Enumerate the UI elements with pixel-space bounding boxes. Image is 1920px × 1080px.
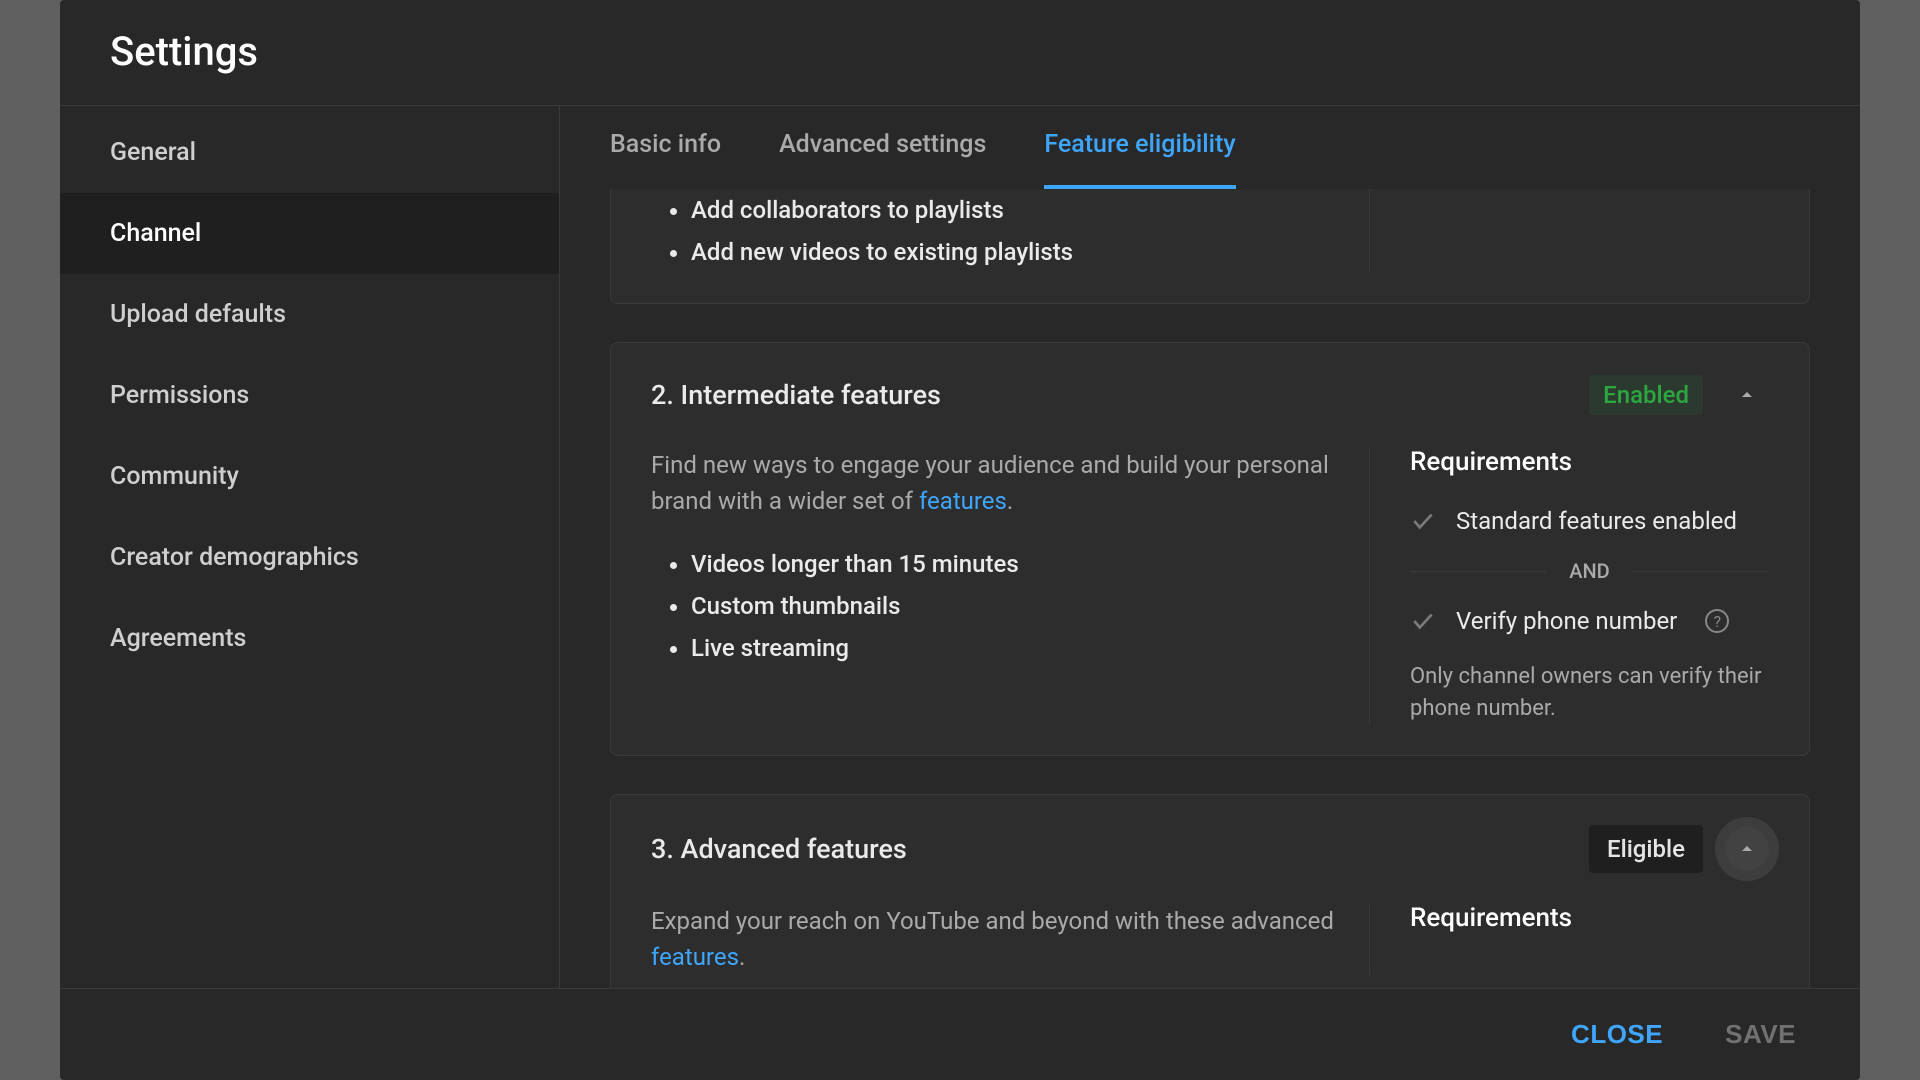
- requirement-verify-phone: Verify phone number ?: [1410, 597, 1769, 645]
- sidebar-item-upload-defaults[interactable]: Upload defaults: [60, 274, 559, 355]
- sidebar-item-general[interactable]: General: [60, 112, 559, 193]
- tab-bar: Basic info Advanced settings Feature eli…: [560, 106, 1860, 189]
- advanced-right: Requirements: [1369, 903, 1769, 975]
- dialog-title: Settings: [110, 28, 1810, 75]
- status-badge-eligible: Eligible: [1589, 825, 1703, 873]
- advanced-title: 3. Advanced features: [651, 833, 907, 865]
- requirements-title: Requirements: [1410, 447, 1769, 477]
- settings-dialog: Settings General Channel Upload defaults…: [60, 0, 1860, 1080]
- intermediate-status-row: Enabled: [1589, 373, 1769, 417]
- dialog-header: Settings: [60, 0, 1860, 106]
- requirements-title: Requirements: [1410, 903, 1769, 933]
- requirement-standard-enabled: Standard features enabled: [1410, 497, 1769, 545]
- feature-item: Custom thumbnails: [691, 585, 1339, 627]
- sidebar-item-creator-demographics[interactable]: Creator demographics: [60, 517, 559, 598]
- feature-item: Videos longer than 15 minutes: [691, 543, 1339, 585]
- intermediate-bullets: Videos longer than 15 minutes Custom thu…: [651, 543, 1339, 669]
- tab-advanced-settings[interactable]: Advanced settings: [779, 130, 986, 189]
- feature-item: Add collaborators to playlists: [691, 189, 1339, 231]
- features-link[interactable]: features: [651, 943, 739, 971]
- main-panel: Basic info Advanced settings Feature eli…: [560, 106, 1860, 988]
- intermediate-desc: Find new ways to engage your audience an…: [651, 447, 1339, 519]
- intermediate-body: Find new ways to engage your audience an…: [651, 447, 1769, 725]
- standard-right: [1369, 189, 1769, 273]
- desc-text: .: [1007, 487, 1013, 515]
- save-button[interactable]: SAVE: [1711, 1009, 1810, 1060]
- dialog-footer: CLOSE SAVE: [60, 988, 1860, 1080]
- chevron-up-icon: [1735, 837, 1759, 861]
- content-scroll[interactable]: Add collaborators to playlists Add new v…: [560, 189, 1860, 988]
- dialog-body: General Channel Upload defaults Permissi…: [60, 106, 1860, 988]
- section-intermediate-features: 2. Intermediate features Enabled Find ne…: [610, 342, 1810, 756]
- standard-left: Add collaborators to playlists Add new v…: [651, 189, 1369, 273]
- sidebar-item-community[interactable]: Community: [60, 436, 559, 517]
- tab-basic-info[interactable]: Basic info: [610, 130, 721, 189]
- intermediate-right: Requirements Standard features enabled A…: [1369, 447, 1769, 725]
- feature-item: Add new videos to existing playlists: [691, 231, 1339, 273]
- tab-feature-eligibility[interactable]: Feature eligibility: [1044, 130, 1235, 189]
- advanced-left: Expand your reach on YouTube and beyond …: [651, 903, 1369, 975]
- collapse-toggle[interactable]: [1725, 827, 1769, 871]
- desc-text: Expand your reach on YouTube and beyond …: [651, 907, 1334, 935]
- settings-sidebar: General Channel Upload defaults Permissi…: [60, 106, 560, 988]
- intermediate-title: 2. Intermediate features: [651, 379, 941, 411]
- intermediate-head: 2. Intermediate features Enabled: [651, 373, 1769, 417]
- advanced-status-row: Eligible: [1589, 825, 1769, 873]
- section-standard-features-partial: Add collaborators to playlists Add new v…: [610, 189, 1810, 304]
- sidebar-item-permissions[interactable]: Permissions: [60, 355, 559, 436]
- desc-text: .: [739, 943, 745, 971]
- requirement-note: Only channel owners can verify their pho…: [1410, 661, 1769, 725]
- status-badge-enabled: Enabled: [1589, 375, 1703, 415]
- advanced-body: Expand your reach on YouTube and beyond …: [651, 903, 1769, 975]
- requirement-label: Verify phone number: [1456, 607, 1677, 635]
- and-separator: AND: [1410, 559, 1769, 583]
- requirement-label: Standard features enabled: [1456, 507, 1737, 535]
- advanced-desc: Expand your reach on YouTube and beyond …: [651, 903, 1339, 975]
- chevron-up-icon: [1735, 383, 1759, 407]
- intermediate-left: Find new ways to engage your audience an…: [651, 447, 1369, 725]
- advanced-head: 3. Advanced features Eligible: [651, 825, 1769, 873]
- standard-bullets: Add collaborators to playlists Add new v…: [651, 189, 1339, 273]
- check-icon: [1410, 508, 1436, 534]
- sidebar-item-channel[interactable]: Channel: [60, 193, 559, 274]
- sidebar-item-agreements[interactable]: Agreements: [60, 598, 559, 679]
- features-link[interactable]: features: [919, 487, 1007, 515]
- check-icon: [1410, 608, 1436, 634]
- collapse-toggle[interactable]: [1725, 373, 1769, 417]
- close-button[interactable]: CLOSE: [1557, 1009, 1677, 1060]
- section-advanced-features: 3. Advanced features Eligible Expand you…: [610, 794, 1810, 988]
- help-icon[interactable]: ?: [1705, 609, 1729, 633]
- feature-item: Live streaming: [691, 627, 1339, 669]
